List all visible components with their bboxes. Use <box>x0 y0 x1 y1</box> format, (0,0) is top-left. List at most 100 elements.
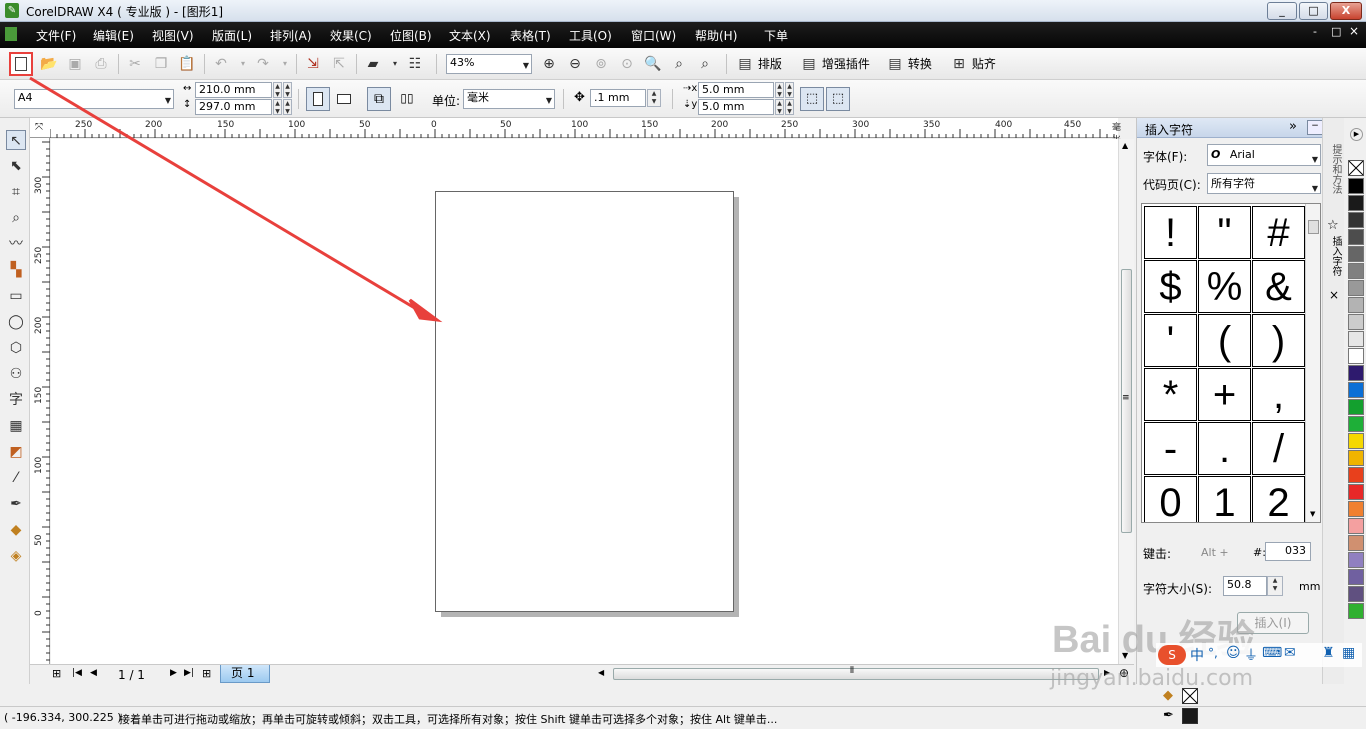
menu-item-2[interactable]: 视图(V) <box>152 27 194 44</box>
all-pages-button[interactable]: ⧉ <box>367 87 391 111</box>
char-code-input[interactable]: 033 <box>1265 542 1311 561</box>
doc-close-button[interactable]: × <box>1349 24 1359 38</box>
units-combo[interactable]: 毫米 ▼ <box>463 89 555 109</box>
first-page-icon[interactable]: |◀ <box>72 668 82 678</box>
vertical-scrollbar[interactable]: ▲ ≡ ▼ <box>1118 139 1134 664</box>
glyph-cell[interactable]: . <box>1198 422 1251 475</box>
glyph-cell[interactable]: 2 <box>1252 476 1305 522</box>
width-spinner[interactable]: ▲ ▼ <box>273 82 282 98</box>
glyph-scrollbar[interactable]: ▼ <box>1305 204 1320 522</box>
color-swatch[interactable] <box>1348 297 1364 313</box>
color-swatch[interactable] <box>1348 433 1364 449</box>
menu-item-8[interactable]: 表格(T) <box>510 27 551 44</box>
color-swatch[interactable] <box>1348 467 1364 483</box>
menu-item-1[interactable]: 编辑(E) <box>93 27 134 44</box>
nudge-spinner[interactable]: ▲ ▼ <box>647 89 661 107</box>
current-page-button[interactable]: ▯▯ <box>395 87 419 111</box>
glyph-scroll-thumb[interactable] <box>1308 220 1319 234</box>
ime-keyboard-icon[interactable]: ⌨ <box>1262 645 1282 661</box>
menu-item-6[interactable]: 位图(B) <box>390 27 432 44</box>
freehand-tool-icon[interactable]: 〰 <box>6 234 26 254</box>
color-swatch[interactable] <box>1348 331 1364 347</box>
add-page-after-icon[interactable]: ⊞ <box>202 667 211 680</box>
color-swatch[interactable] <box>1348 484 1364 500</box>
text-tool-icon[interactable]: 字 <box>6 390 26 410</box>
hscroll-left-icon[interactable]: ◀ <box>598 668 604 677</box>
color-swatch[interactable] <box>1348 314 1364 330</box>
docker-minimize-icon[interactable]: − <box>1307 120 1323 135</box>
open-icon[interactable]: 📂 <box>40 55 58 73</box>
color-swatch[interactable] <box>1348 382 1364 398</box>
smart-fill-tool-icon[interactable]: ▚ <box>6 260 26 280</box>
import-icon[interactable]: ⇲ <box>304 55 322 73</box>
color-swatch[interactable] <box>1348 229 1364 245</box>
glyph-scroll-down-icon[interactable]: ▼ <box>1310 510 1315 518</box>
glyph-cell[interactable]: / <box>1252 422 1305 475</box>
docker-tab-insert-char[interactable]: 插入字符 <box>1327 236 1341 276</box>
basic-shapes-tool-icon[interactable]: ⚇ <box>6 364 26 384</box>
ime-skin-icon[interactable]: ✉ <box>1284 645 1296 661</box>
zoom-all-icon[interactable]: ⊙ <box>618 55 636 73</box>
char-size-spinner[interactable]: ▲ ▼ <box>1267 576 1283 596</box>
table-tool-icon[interactable]: ▦ <box>6 416 26 436</box>
page-height-input[interactable]: 297.0 mm <box>195 99 272 115</box>
zoom-height-icon[interactable]: ⌕ <box>696 55 714 73</box>
glyph-cell[interactable]: 1 <box>1198 476 1251 522</box>
paste-icon[interactable]: 📋 <box>178 55 196 73</box>
ime-emoji-icon[interactable]: ☺ <box>1226 645 1241 661</box>
codepage-combo[interactable]: 所有字符 ▼ <box>1207 173 1321 194</box>
color-swatch[interactable] <box>1348 416 1364 432</box>
fill-none-swatch[interactable] <box>1182 688 1198 704</box>
glyph-cell[interactable]: ( <box>1198 314 1251 367</box>
ime-logo-icon[interactable]: S <box>1158 645 1186 665</box>
glyph-cell[interactable]: , <box>1252 368 1305 421</box>
close-button[interactable]: X <box>1330 2 1362 20</box>
snap-button[interactable]: ⊞ 贴齐 <box>950 55 996 73</box>
ime-tools-icon[interactable]: ▦ <box>1342 645 1355 661</box>
layout-button[interactable]: ▤ 排版 <box>736 55 781 73</box>
zoom-selected-icon[interactable]: ⊚ <box>592 55 610 73</box>
ime-punct-icon[interactable]: °, <box>1208 646 1218 660</box>
dup-y-input[interactable]: 5.0 mm <box>698 99 774 115</box>
welcome-screen-icon[interactable]: ☷ <box>406 55 424 73</box>
color-swatch[interactable] <box>1348 348 1364 364</box>
color-swatch[interactable] <box>1348 552 1364 568</box>
cut-icon[interactable]: ✂ <box>126 55 144 73</box>
doc-restore-button[interactable]: □ <box>1331 25 1341 38</box>
zoom-in-icon[interactable]: ⊕ <box>540 55 558 73</box>
maximize-button[interactable]: □ <box>1299 2 1328 20</box>
dup-x-spinner-2[interactable]: ▲ ▼ <box>785 82 794 98</box>
interactive-blend-tool-icon[interactable]: ◩ <box>6 442 26 462</box>
glyph-cell[interactable]: " <box>1198 206 1251 259</box>
glyph-cell[interactable]: ' <box>1144 314 1197 367</box>
glyph-cell[interactable]: # <box>1252 206 1305 259</box>
color-swatch[interactable] <box>1348 586 1364 602</box>
color-swatch[interactable] <box>1348 246 1364 262</box>
minimize-button[interactable]: _ <box>1267 2 1297 20</box>
color-swatch[interactable] <box>1348 535 1364 551</box>
app-launcher-dropdown-icon[interactable]: ▾ <box>386 55 404 73</box>
page-width-input[interactable]: 210.0 mm <box>195 82 272 98</box>
redo-dropdown-icon[interactable]: ▾ <box>276 55 294 73</box>
nudge-input[interactable]: .1 mm <box>590 89 646 107</box>
menu-item-12[interactable]: 下单 <box>764 27 788 44</box>
outline-indicator-icon[interactable]: ✒ <box>1163 708 1174 723</box>
crop-tool-icon[interactable]: ⌗ <box>6 182 26 202</box>
page-tab[interactable]: 页 1 <box>220 665 270 683</box>
pick-tool-icon[interactable]: ↖ <box>6 130 26 150</box>
color-swatch[interactable] <box>1348 263 1364 279</box>
ime-voice-icon[interactable]: ⏚ <box>1244 645 1258 665</box>
glyph-cell[interactable]: + <box>1198 368 1251 421</box>
color-swatch[interactable] <box>1348 195 1364 211</box>
font-combo[interactable]: O Arial ▼ <box>1207 144 1321 166</box>
shape-tool-icon[interactable]: ⬉ <box>6 156 26 176</box>
glyph-cell[interactable]: $ <box>1144 260 1197 313</box>
color-swatch[interactable] <box>1348 569 1364 585</box>
undo-icon[interactable]: ↶ <box>212 55 230 73</box>
color-swatch[interactable] <box>1348 450 1364 466</box>
height-spinner-2[interactable]: ▲ ▼ <box>283 99 292 115</box>
color-swatch[interactable] <box>1348 280 1364 296</box>
ime-shirt-icon[interactable]: ♜ <box>1322 645 1335 661</box>
height-spinner[interactable]: ▲ ▼ <box>273 99 282 115</box>
ime-mode-icon[interactable]: 中 <box>1190 645 1204 665</box>
